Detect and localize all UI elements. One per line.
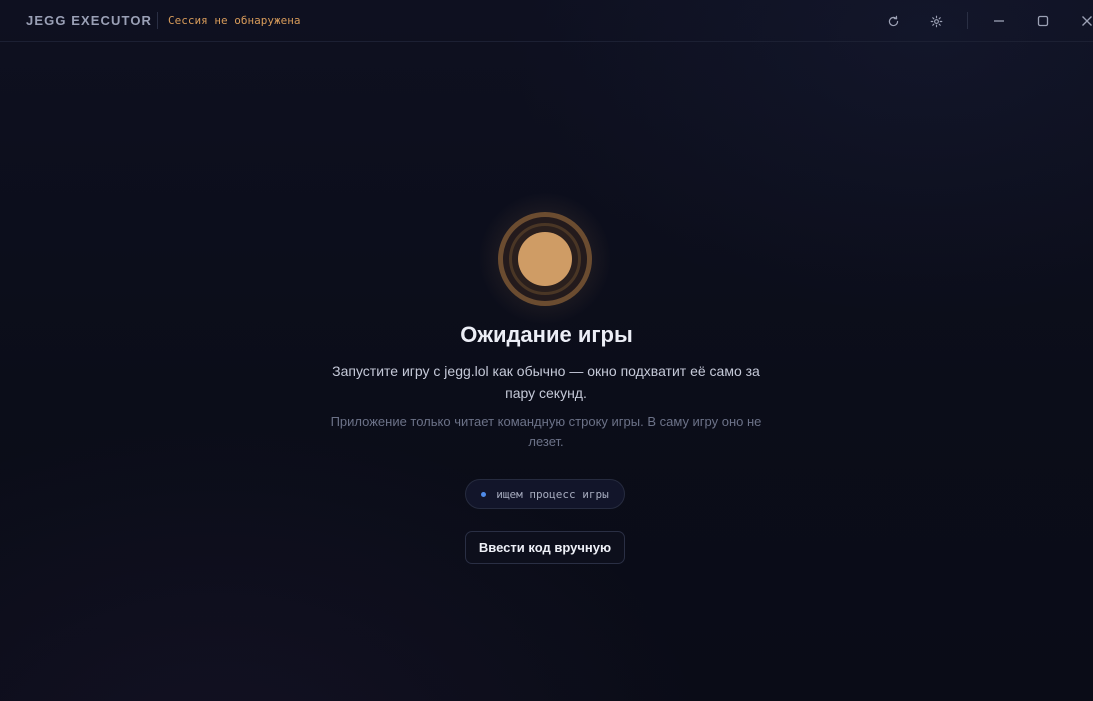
waiting-indicator-icon — [478, 192, 612, 326]
waiting-panel: Ожидание игры Запустите игру с jegg.lol … — [0, 0, 1093, 701]
waiting-description: Запустите игру с jegg.lol как обычно — о… — [332, 363, 760, 401]
search-status-badge: ищем процесс игры — [465, 479, 625, 509]
orb-core — [518, 232, 572, 286]
status-dot-icon — [481, 491, 487, 497]
app-window: JEGG EXECUTOR Сессия не обнаружена Ожида… — [0, 0, 1093, 701]
search-status-text: ищем процесс игры — [496, 487, 609, 501]
waiting-heading: Ожидание игры — [460, 322, 633, 347]
enter-code-manually-button[interactable]: Ввести код вручную — [465, 531, 625, 564]
privacy-note: Приложение только читает командную строк… — [330, 414, 762, 449]
